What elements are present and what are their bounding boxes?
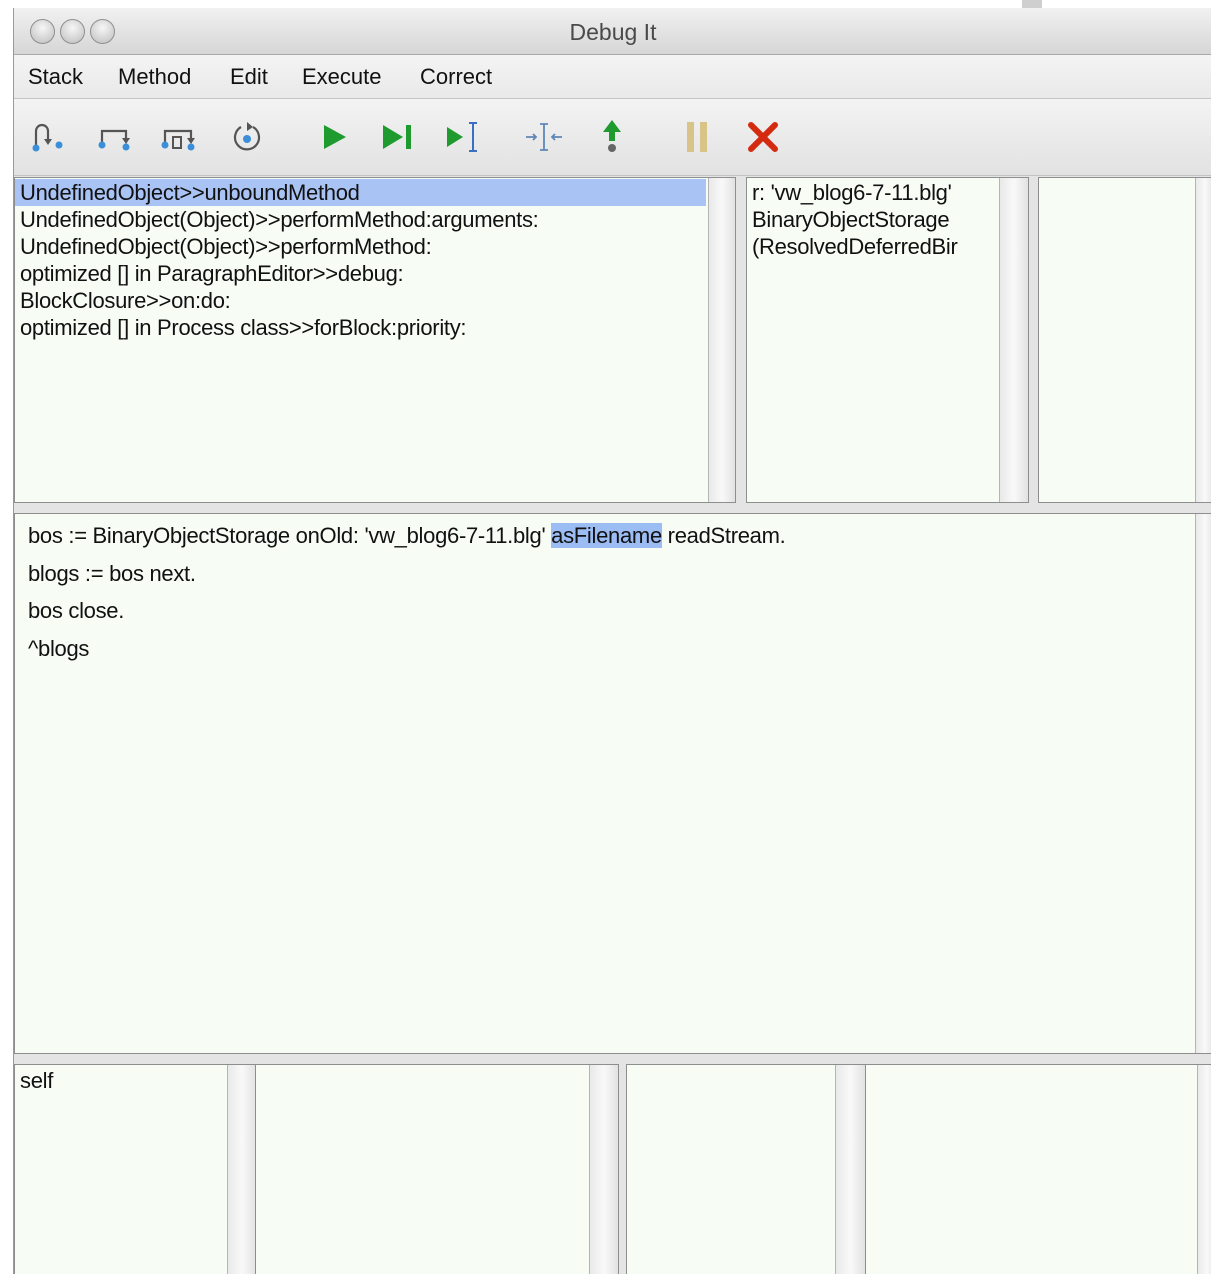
code-selection: asFilename <box>551 523 662 548</box>
code-line-3[interactable]: bos close. <box>15 592 785 630</box>
code-line-2[interactable]: blogs := bos next. <box>15 555 785 593</box>
run-to-cursor-button[interactable] <box>443 117 483 157</box>
stack-frame[interactable]: optimized [] in ParagraphEditor>>debug: <box>15 260 706 287</box>
code-text: readStream. <box>661 523 786 548</box>
title-bar[interactable]: Debug It <box>14 8 1211 55</box>
inspector-value-pane[interactable] <box>1038 177 1211 503</box>
receiver-inspector[interactable]: r: 'vw_blog6-7-11.blg' BinaryObjectStora… <box>746 177 1029 503</box>
menu-edit[interactable]: Edit <box>230 64 268 90</box>
menu-stack[interactable]: Stack <box>28 64 83 90</box>
stack-frame[interactable]: optimized [] in Process class>>forBlock:… <box>15 314 706 341</box>
pause-icon <box>687 122 707 152</box>
value-scrollbar[interactable] <box>1195 178 1211 502</box>
run-to-caret-icon <box>526 123 562 151</box>
stack-frame[interactable]: UndefinedObject>>unboundMethod <box>15 179 706 206</box>
context-variables-scrollbar[interactable] <box>835 1065 865 1274</box>
stack-frame[interactable]: BlockClosure>>on:do: <box>15 287 706 314</box>
terminate-icon <box>748 122 778 152</box>
menu-correct[interactable]: Correct <box>420 64 492 90</box>
run-button[interactable] <box>315 117 355 157</box>
step-over-block-button[interactable] <box>159 117 199 157</box>
receiver-variables-scrollbar[interactable] <box>227 1065 255 1274</box>
run-to-end-button[interactable] <box>378 117 418 157</box>
run-to-caret-button[interactable] <box>524 117 564 157</box>
menu-bar: Stack Method Edit Execute Correct <box>14 55 1211 99</box>
code-scrollbar[interactable] <box>1195 514 1211 1053</box>
step-over-button[interactable] <box>95 117 135 157</box>
step-into-icon <box>32 123 63 152</box>
code-pane[interactable]: bos := BinaryObjectStorage onOld: 'vw_bl… <box>14 513 1211 1054</box>
receiver-value-scrollbar[interactable] <box>589 1065 618 1274</box>
receiver-variables-list[interactable]: self <box>14 1064 256 1274</box>
context-variable-value[interactable] <box>865 1064 1211 1274</box>
inspector-line: r: 'vw_blog6-7-11.blg' <box>752 180 952 205</box>
code-line-4[interactable]: ^blogs <box>15 630 785 668</box>
code-line-1[interactable]: bos := BinaryObjectStorage onOld: 'vw_bl… <box>15 517 786 555</box>
restart-icon <box>233 122 261 151</box>
stack-scrollbar[interactable] <box>708 178 735 502</box>
stack-frame[interactable]: UndefinedObject(Object)>>performMethod:a… <box>15 206 706 233</box>
window-title: Debug It <box>569 19 657 45</box>
debugger-window: Debug It Stack Method Edit Execute Corre… <box>13 8 1211 1274</box>
variable-item[interactable]: self <box>15 1067 53 1094</box>
step-into-button[interactable] <box>28 117 68 157</box>
inspector-scrollbar[interactable] <box>999 178 1028 502</box>
stack-list[interactable]: UndefinedObject>>unboundMethod Undefined… <box>14 177 736 503</box>
receiver-variable-value[interactable] <box>255 1064 619 1274</box>
return-up-icon <box>603 120 621 152</box>
inspector-line: (ResolvedDeferredBir <box>752 234 958 259</box>
context-variables-list[interactable] <box>626 1064 866 1274</box>
toolbar <box>14 99 1211 176</box>
terminate-button[interactable] <box>743 117 783 157</box>
step-over-icon <box>98 129 130 151</box>
return-up-button[interactable] <box>592 117 632 157</box>
inspector-line: BinaryObjectStorage <box>752 207 950 232</box>
run-to-cursor-icon <box>447 122 477 152</box>
menu-method[interactable]: Method <box>118 64 191 90</box>
run-icon <box>324 125 346 149</box>
menu-execute[interactable]: Execute <box>302 64 382 90</box>
code-text: bos := BinaryObjectStorage onOld: 'vw_bl… <box>28 523 552 548</box>
restart-button[interactable] <box>227 117 267 157</box>
stack-frame[interactable]: UndefinedObject(Object)>>performMethod: <box>15 233 706 260</box>
context-value-scrollbar[interactable] <box>1197 1065 1211 1274</box>
step-over-block-icon <box>161 129 195 151</box>
run-to-end-icon <box>383 125 411 149</box>
pause-button[interactable] <box>677 117 717 157</box>
